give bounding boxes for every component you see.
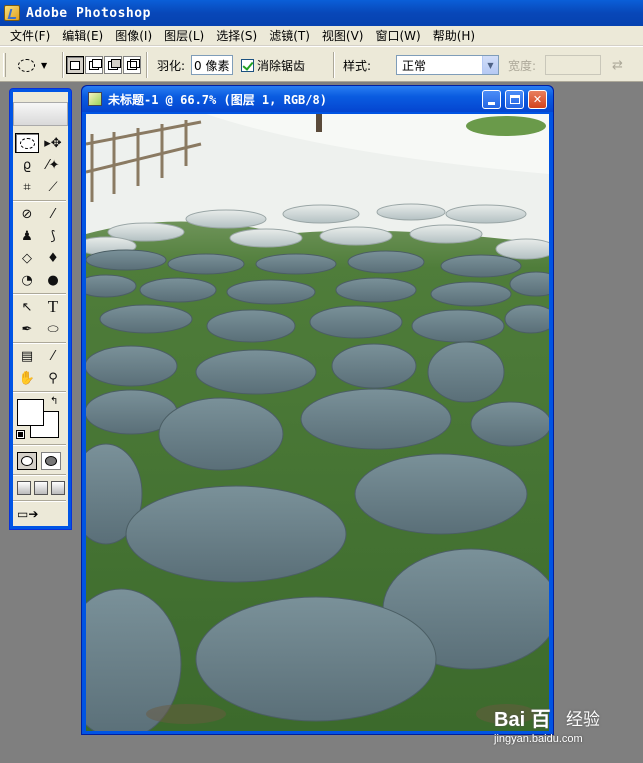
intersect-selection-button[interactable] (123, 56, 141, 74)
menu-window[interactable]: 窗口(W) (369, 26, 426, 46)
elliptical-marquee-icon[interactable] (15, 133, 39, 153)
feather-input[interactable]: 0 像素 (191, 55, 233, 75)
document-icon (88, 92, 102, 106)
full-screen-menu-mode-icon[interactable] (34, 481, 48, 495)
width-label: 宽度: (508, 58, 537, 73)
edit-in-imageready-icon: ▭➔ (17, 507, 39, 521)
blur-icon[interactable]: ◔ (15, 270, 39, 290)
menu-select[interactable]: 选择(S) (210, 26, 263, 46)
paint-bucket-icon[interactable]: ♦ (41, 248, 65, 268)
divider (333, 52, 335, 78)
tool-preset-picker[interactable]: ▼ (18, 47, 58, 83)
standard-mode-button[interactable] (17, 452, 37, 470)
menu-bar: 文件(F) 编辑(E) 图像(I) 图层(L) 选择(S) 滤镜(T) 视图(V… (0, 26, 643, 46)
menu-image[interactable]: 图像(I) (109, 26, 158, 46)
add-selection-button[interactable] (85, 56, 103, 74)
selection-mode-group (66, 47, 141, 83)
document-title: 未标题-1 @ 66.7% (图层 1, RGB/8) (108, 92, 327, 107)
feather-label: 羽化: (157, 58, 186, 73)
app-titlebar[interactable]: Adobe Photoshop (0, 0, 643, 26)
jump-to-imageready-button[interactable]: ▭➔ (17, 505, 57, 523)
document-canvas[interactable] (86, 114, 549, 731)
tool-divider (13, 293, 66, 295)
chevron-down-icon: ▼ (41, 60, 48, 70)
tool-divider (13, 474, 66, 476)
options-grip[interactable] (3, 53, 6, 77)
menu-filter[interactable]: 滤镜(T) (263, 26, 316, 46)
antialias-checkbox[interactable]: 消除锯齿 (241, 47, 305, 83)
divider (62, 52, 64, 78)
history-brush-icon[interactable]: ⟆ (41, 226, 65, 246)
menu-view[interactable]: 视图(V) (316, 26, 370, 46)
new-selection-button[interactable] (66, 56, 84, 74)
watermark-text: 经验 (566, 710, 600, 730)
photoshop-app-icon (4, 5, 20, 21)
slice-icon[interactable]: ⟋ (41, 177, 65, 197)
path-selection-icon[interactable]: ↖ (15, 297, 39, 317)
menu-layer[interactable]: 图层(L) (158, 26, 210, 46)
divider (146, 52, 148, 78)
tool-divider (13, 391, 66, 393)
standard-screen-mode-icon[interactable] (17, 481, 31, 495)
swap-colors-icon[interactable]: ↰ (50, 396, 58, 407)
brush-icon[interactable]: ⁄ (41, 204, 65, 224)
maximize-button[interactable] (505, 90, 524, 109)
crop-icon[interactable]: ⌗ (15, 177, 39, 197)
antialias-label: 消除锯齿 (257, 58, 306, 73)
dodge-icon[interactable]: ● (41, 270, 65, 290)
minimize-button[interactable] (482, 90, 501, 109)
checkbox-checked-icon (241, 58, 254, 72)
notes-icon[interactable]: ▤ (15, 346, 39, 366)
lasso-icon[interactable]: ϱ (15, 155, 39, 175)
style-select[interactable]: 正常 ▼ (396, 55, 499, 75)
tool-divider (13, 444, 66, 446)
magic-wand-icon[interactable]: ⁄✦ (41, 155, 65, 175)
zoom-icon[interactable]: ⚲ (41, 368, 65, 388)
ellipse-shape-icon[interactable]: ⬭ (41, 319, 65, 339)
full-screen-mode-icon[interactable] (51, 481, 65, 495)
move-icon[interactable]: ▸✥ (41, 133, 65, 153)
tool-divider (13, 500, 66, 502)
healing-brush-icon[interactable]: ⊘ (15, 204, 39, 224)
default-colors-icon[interactable] (16, 430, 25, 439)
width-input[interactable] (545, 55, 601, 75)
tool-divider (13, 200, 66, 202)
tool-divider (13, 342, 66, 344)
document-window[interactable]: 未标题-1 @ 66.7% (图层 1, RGB/8) ✕ (81, 85, 554, 735)
eyedropper-icon[interactable]: ⁄ (41, 346, 65, 366)
style-label: 样式: (343, 58, 372, 73)
menu-help[interactable]: 帮助(H) (427, 26, 481, 46)
foreground-color-swatch[interactable] (17, 399, 44, 426)
menu-edit[interactable]: 编辑(E) (56, 26, 109, 46)
elliptical-marquee-icon (18, 58, 35, 72)
hand-icon[interactable]: ✋ (15, 368, 39, 388)
close-button[interactable]: ✕ (528, 90, 547, 109)
options-bar: ▼ 羽化: 0 像素 消除锯齿 样式: 正常 ▼ 宽度: ⇄ (0, 46, 643, 82)
adobe-feather-icon[interactable] (13, 102, 68, 126)
clone-stamp-icon[interactable]: ♟ (15, 226, 39, 246)
stone-path-photo (86, 114, 549, 731)
type-icon[interactable]: T (41, 297, 65, 317)
quick-mask-button[interactable] (41, 452, 61, 470)
eraser-icon[interactable]: ◇ (15, 248, 39, 268)
swap-dimensions-icon[interactable]: ⇄ (612, 47, 623, 83)
subtract-selection-button[interactable] (104, 56, 122, 74)
app-title: Adobe Photoshop (26, 5, 151, 21)
pen-icon[interactable]: ✒ (15, 319, 39, 339)
style-select-value: 正常 (402, 58, 427, 73)
menu-file[interactable]: 文件(F) (4, 26, 56, 46)
chevron-down-icon: ▼ (482, 56, 498, 74)
